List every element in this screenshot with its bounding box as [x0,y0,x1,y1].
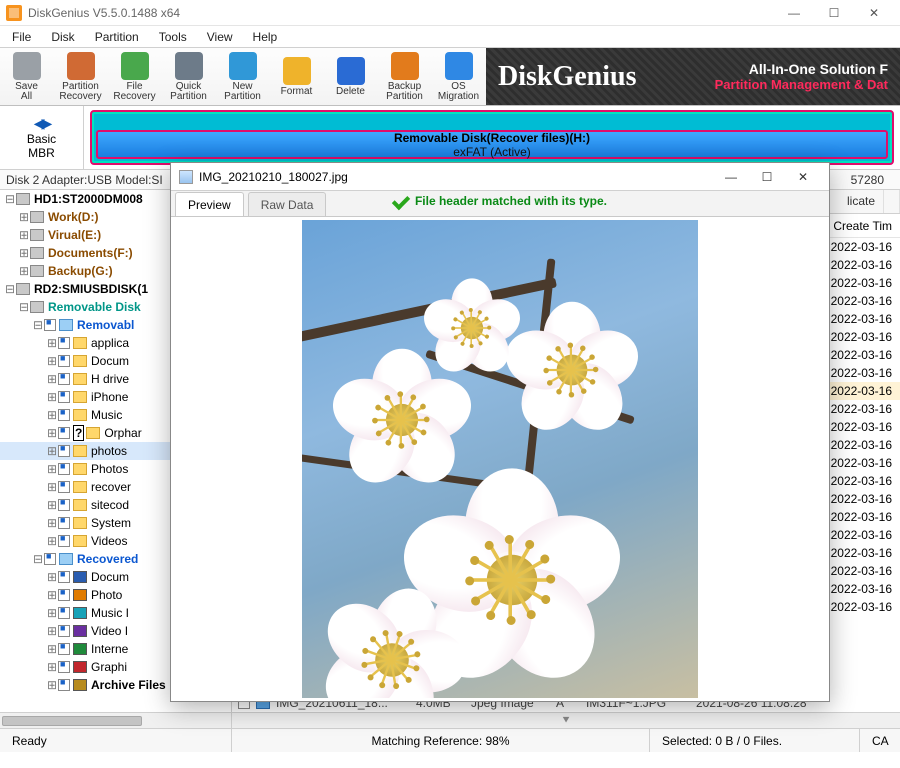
disk-type-label: Basic MBR [27,132,56,160]
tree-hscrollbar[interactable] [0,712,231,728]
preview-title-bar[interactable]: IMG_20210210_180027.jpg — ☐ ✕ [171,163,829,191]
tool-quick-partition[interactable]: QuickPartition [162,48,216,105]
brand-banner: DiskGenius All-In-One Solution F Partiti… [486,48,900,105]
col-spacer [884,190,900,213]
brand-logo: DiskGenius [498,61,637,93]
menu-bar: File Disk Partition Tools View Help [0,26,900,48]
tool-os-migration[interactable]: OSMigration [432,48,486,105]
tool-delete[interactable]: Delete [324,48,378,105]
status-cap: CA [860,729,900,752]
tool-icon [391,52,419,80]
preview-filename: IMG_20210210_180027.jpg [199,170,348,184]
tool-new-partition[interactable]: NewPartition [216,48,270,105]
tool-backup-partition[interactable]: BackupPartition [378,48,432,105]
menu-tools[interactable]: Tools [149,28,197,46]
preview-minimize-button[interactable]: — [713,165,749,189]
menu-disk[interactable]: Disk [41,28,84,46]
status-bar: Ready Matching Reference: 98% Selected: … [0,728,900,752]
grid-hscrollbar[interactable]: ⯆ [232,712,900,728]
preview-window: IMG_20210210_180027.jpg — ☐ ✕ Preview Ra… [170,162,830,702]
title-bar: DiskGenius V5.5.0.1488 x64 — ☐ ✕ [0,0,900,26]
tool-icon [283,57,311,85]
menu-partition[interactable]: Partition [85,28,149,46]
tool-icon [337,57,365,85]
preview-close-button[interactable]: ✕ [785,165,821,189]
tool-icon [67,52,95,80]
partition-fs: exFAT (Active) [453,145,531,159]
minimize-button[interactable]: — [774,1,814,25]
window-title: DiskGenius V5.5.0.1488 x64 [28,6,180,20]
tool-icon [13,52,41,80]
tab-preview[interactable]: Preview [175,192,244,216]
menu-help[interactable]: Help [243,28,288,46]
col-create-time[interactable]: Create Tim [833,219,892,233]
tool-partition-recovery[interactable]: PartitionRecovery [54,48,108,105]
status-match: Matching Reference: 98% [232,729,650,752]
tool-icon [445,52,473,80]
menu-file[interactable]: File [2,28,41,46]
tab-raw-data[interactable]: Raw Data [248,192,327,216]
disk-adapter-label: Disk 2 Adapter:USB Model:SI [6,173,163,187]
status-ready: Ready [0,729,232,752]
preview-body [171,217,829,701]
tool-icon [175,52,203,80]
tool-format[interactable]: Format [270,48,324,105]
maximize-button[interactable]: ☐ [814,1,854,25]
toolbar: SaveAllPartitionRecoveryFileRecoveryQuic… [0,48,900,106]
partition-map[interactable]: Removable Disk(Recover files)(H:) exFAT … [84,106,900,169]
close-button[interactable]: ✕ [854,1,894,25]
status-selected: Selected: 0 B / 0 Files. [650,729,860,752]
tool-save-all[interactable]: SaveAll [0,48,54,105]
disk-map-row: ◀▶ Basic MBR Removable Disk(Recover file… [0,106,900,170]
tool-icon [229,52,257,80]
menu-view[interactable]: View [197,28,243,46]
tool-icon [121,52,149,80]
preview-tabs: Preview Raw Data File header matched wit… [171,191,829,217]
disk-info-right: 57280 [851,173,894,187]
preview-maximize-button[interactable]: ☐ [749,165,785,189]
disk-nav: ◀▶ Basic MBR [0,106,84,169]
app-icon [6,5,22,21]
tool-file-recovery[interactable]: FileRecovery [108,48,162,105]
brand-slogan: All-In-One Solution F Partition Manageme… [715,61,888,92]
nav-arrows-icon[interactable]: ◀▶ [34,115,50,132]
check-icon [392,192,410,210]
partition-title: Removable Disk(Recover files)(H:) [394,131,590,145]
image-icon [179,170,193,184]
col-duplicate[interactable]: licate [839,190,884,213]
preview-image [302,220,698,698]
